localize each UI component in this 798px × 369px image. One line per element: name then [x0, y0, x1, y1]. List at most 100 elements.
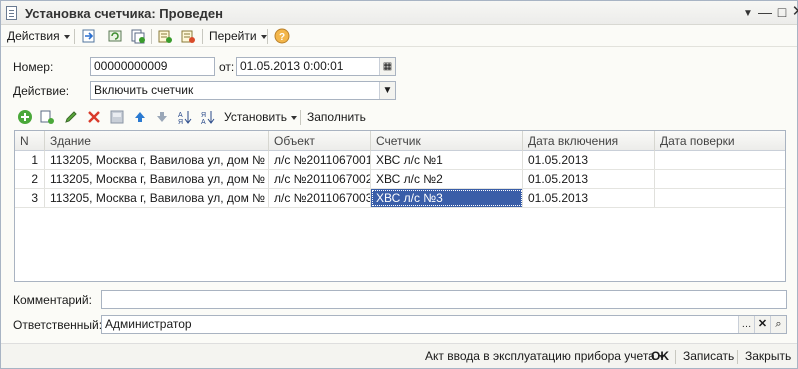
document-window: Установка счетчика: Проведен ▼ — □ ✕ Дей… — [0, 0, 798, 369]
column-header-n[interactable]: N — [15, 131, 45, 151]
cell-enable-date[interactable]: 01.05.2013 — [523, 151, 655, 169]
sort-descending-icon[interactable]: ЯА — [200, 109, 216, 125]
window-title: Установка счетчика: Проведен — [25, 6, 223, 21]
cell-building[interactable]: 113205, Москва г, Вавилова ул, дом № 67 — [45, 170, 269, 188]
chevron-down-icon — [63, 34, 70, 39]
responsible-value: Администратор — [105, 317, 192, 331]
action-select[interactable]: Включить счетчик ▼ — [90, 81, 396, 100]
move-down-icon[interactable] — [154, 109, 170, 125]
svg-text:А: А — [201, 119, 206, 125]
toolbar-separator — [74, 29, 75, 44]
actions-label: Действия — [7, 29, 60, 43]
number-field[interactable]: 00000000009 — [90, 57, 215, 76]
column-header-building[interactable]: Здание — [45, 131, 269, 151]
help-icon[interactable]: ? — [274, 28, 290, 44]
save-button[interactable]: Записать — [683, 349, 734, 363]
toolbar-separator — [202, 29, 203, 44]
title-bar: Установка счетчика: Проведен ▼ — □ ✕ — [1, 1, 798, 25]
number-label: Номер: — [13, 60, 54, 74]
toolbar-separator — [151, 29, 152, 44]
table-row[interactable]: 2 113205, Москва г, Вавилова ул, дом № 6… — [15, 170, 785, 189]
cell-enable-date[interactable]: 01.05.2013 — [523, 189, 655, 207]
responsible-label: Ответственный: — [13, 318, 103, 332]
footer-separator — [737, 350, 738, 364]
cell-enable-date[interactable]: 01.05.2013 — [523, 170, 655, 188]
svg-text:Я: Я — [178, 119, 183, 125]
column-header-enable-date[interactable]: Дата включения — [523, 131, 655, 151]
unpost-document-icon[interactable] — [180, 28, 196, 44]
cell-building[interactable]: 113205, Москва г, Вавилова ул, дом № 67 — [45, 189, 269, 207]
dropdown-icon[interactable]: ▼ — [379, 82, 395, 99]
cell-n: 2 — [15, 170, 45, 188]
post-document-icon[interactable] — [157, 28, 173, 44]
cell-check-date[interactable] — [655, 170, 785, 188]
open-icon[interactable]: ⌕ — [770, 316, 786, 333]
svg-text:А: А — [178, 112, 183, 119]
edit-row-icon[interactable] — [63, 109, 79, 125]
cell-object[interactable]: л/с №2011067003 — [269, 189, 371, 207]
delete-row-icon[interactable] — [86, 109, 102, 125]
chevron-down-icon — [290, 115, 297, 120]
set-label: Установить — [224, 110, 287, 124]
close-icon[interactable]: ✕ — [790, 4, 798, 20]
window-menu-icon[interactable]: ▼ — [740, 6, 756, 22]
calendar-icon[interactable]: ▦ — [379, 58, 395, 75]
footer-separator — [675, 350, 676, 364]
responsible-field[interactable]: Администратор … ✕ ⌕ — [101, 315, 787, 334]
date-field[interactable]: 01.05.2013 0:00:01 ▦ — [236, 57, 396, 76]
maximize-icon[interactable]: □ — [774, 4, 790, 20]
table-row[interactable]: 3 113205, Москва г, Вавилова ул, дом № 6… — [15, 189, 785, 208]
cell-meter[interactable]: ХВС л/с №1 — [371, 151, 523, 169]
table-header: N Здание Объект Счетчик Дата включения Д… — [15, 131, 785, 151]
meters-table[interactable]: N Здание Объект Счетчик Дата включения Д… — [14, 130, 786, 282]
sort-ascending-icon[interactable]: АЯ — [177, 109, 193, 125]
comment-field[interactable] — [101, 290, 787, 309]
end-edit-icon[interactable] — [109, 109, 125, 125]
set-menu[interactable]: Установить — [224, 109, 297, 125]
cell-check-date[interactable] — [655, 189, 785, 207]
toolbar-separator — [267, 29, 268, 44]
post-and-close-icon[interactable] — [81, 28, 97, 44]
comment-label: Комментарий: — [13, 293, 92, 307]
report-menu[interactable]: Акт ввода в эксплуатацию прибора учета — [425, 349, 665, 363]
cell-n: 3 — [15, 189, 45, 207]
cell-n: 1 — [15, 151, 45, 169]
toolbar-separator — [300, 110, 301, 125]
column-header-object[interactable]: Объект — [269, 131, 371, 151]
fill-button[interactable]: Заполнить — [307, 109, 366, 125]
action-value: Включить счетчик — [94, 83, 194, 97]
action-label: Действие: — [13, 84, 70, 98]
select-icon[interactable]: … — [738, 316, 754, 333]
move-up-icon[interactable] — [132, 109, 148, 125]
ok-button[interactable]: OK — [651, 349, 669, 363]
cell-object[interactable]: л/с №2011067002 — [269, 170, 371, 188]
form-footer: Акт ввода в эксплуатацию прибора учета O… — [1, 343, 797, 368]
cell-check-date[interactable] — [655, 151, 785, 169]
document-icon — [6, 6, 17, 20]
svg-text:?: ? — [279, 32, 285, 43]
copy-row-icon[interactable] — [39, 109, 55, 125]
chevron-down-icon — [260, 34, 267, 39]
date-label: от: — [219, 60, 235, 74]
column-header-check-date[interactable]: Дата поверки — [655, 131, 785, 151]
number-value: 00000000009 — [94, 59, 168, 73]
clear-icon[interactable]: ✕ — [754, 316, 770, 333]
cell-building[interactable]: 113205, Москва г, Вавилова ул, дом № 67 — [45, 151, 269, 169]
goto-menu[interactable]: Перейти — [209, 28, 267, 44]
copy-document-icon[interactable] — [130, 28, 146, 44]
svg-text:Я: Я — [201, 112, 206, 119]
cell-object[interactable]: л/с №2011067001 — [269, 151, 371, 169]
minimize-icon[interactable]: — — [757, 4, 773, 20]
table-row[interactable]: 1 113205, Москва г, Вавилова ул, дом № 6… — [15, 151, 785, 170]
add-row-icon[interactable] — [17, 109, 33, 125]
report-label: Акт ввода в эксплуатацию прибора учета — [425, 349, 655, 363]
actions-menu[interactable]: Действия — [7, 28, 70, 44]
date-value: 01.05.2013 0:00:01 — [240, 59, 344, 73]
column-header-meter[interactable]: Счетчик — [371, 131, 523, 151]
main-toolbar: Действия Перейти ? — [1, 25, 797, 47]
goto-label: Перейти — [209, 29, 257, 43]
refresh-icon[interactable] — [107, 28, 123, 44]
close-button[interactable]: Закрыть — [745, 349, 791, 363]
cell-meter[interactable]: ХВС л/с №2 — [371, 170, 523, 188]
cell-meter-selected[interactable]: ХВС л/с №3 — [371, 189, 523, 207]
